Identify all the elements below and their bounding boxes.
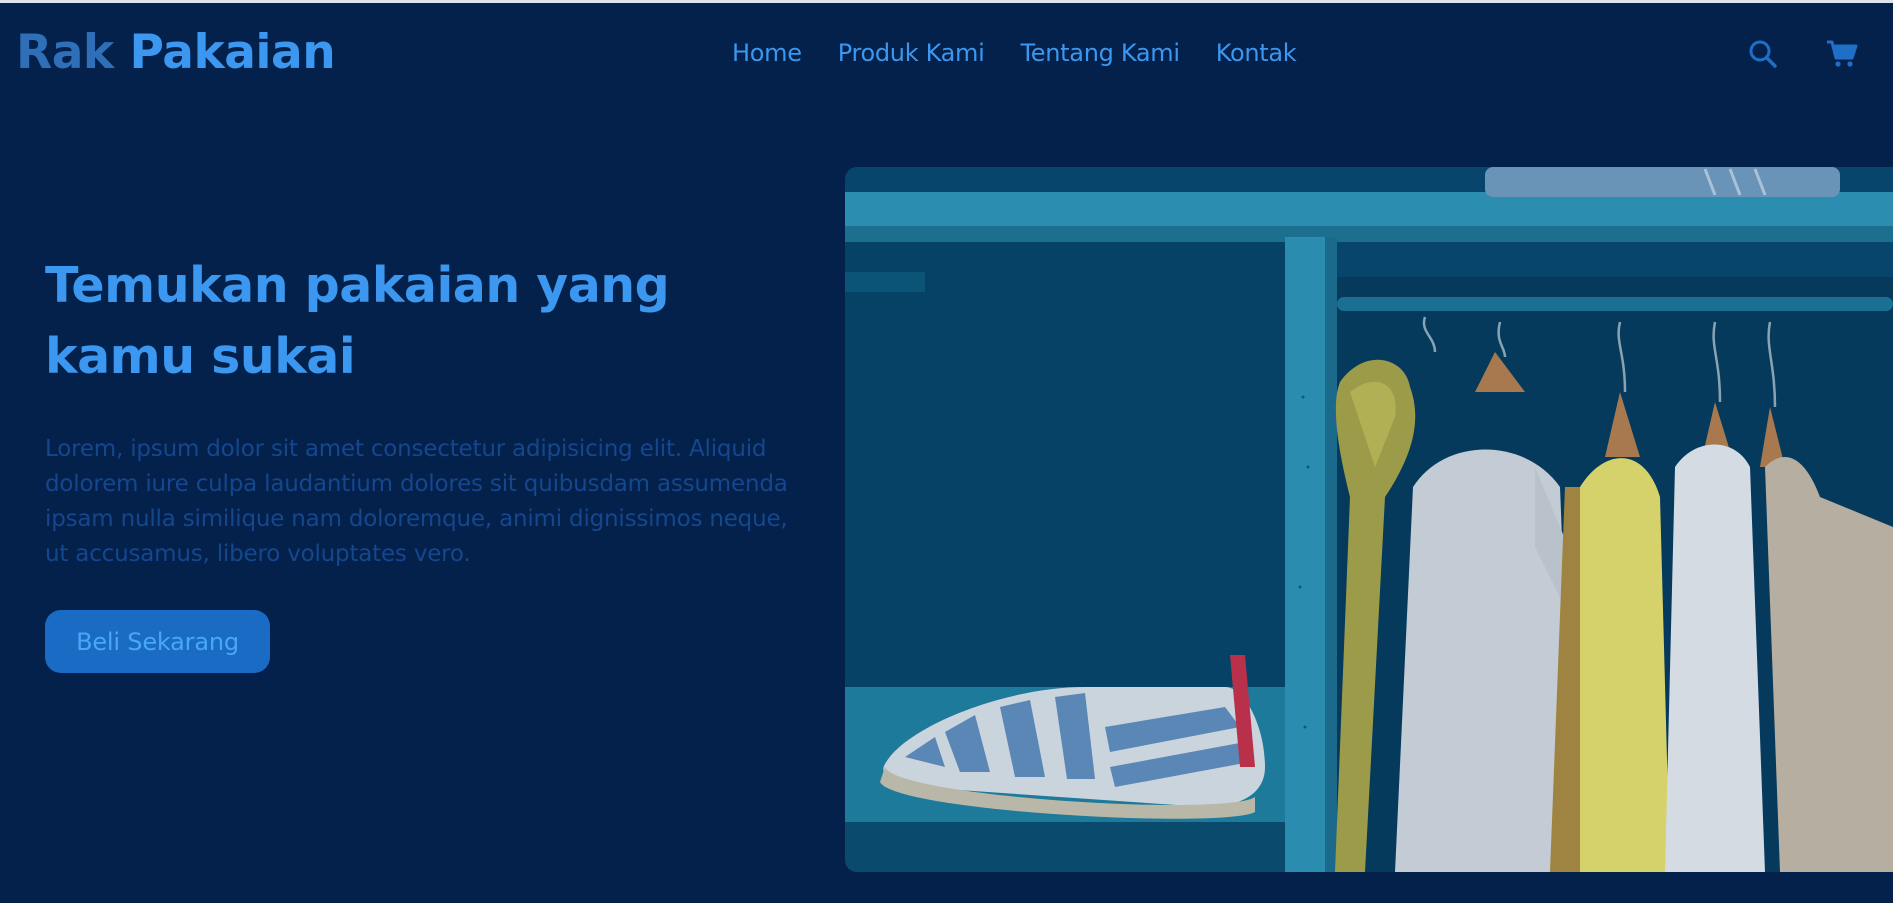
buy-now-button[interactable]: Beli Sekarang xyxy=(45,610,270,673)
cart-icon[interactable] xyxy=(1826,39,1858,73)
nav-link-tentang-kami[interactable]: Tentang Kami xyxy=(1021,39,1181,67)
brand-part-1: Rak xyxy=(16,25,114,80)
hero-image xyxy=(845,167,1893,872)
navbar: Rak Pakaian Home Produk Kami Tentang Kam… xyxy=(0,3,1893,103)
main-nav: Home Produk Kami Tentang Kami Kontak xyxy=(732,39,1297,67)
nav-link-produk-kami[interactable]: Produk Kami xyxy=(838,39,985,67)
hero-title: Temukan pakaian yang kamu sukai xyxy=(45,257,670,385)
hero-description: Lorem, ipsum dolor sit amet consectetur … xyxy=(45,436,788,567)
nav-link-kontak[interactable]: Kontak xyxy=(1216,39,1297,67)
brand-logo[interactable]: Rak Pakaian xyxy=(16,25,336,80)
hero-content: Temukan pakaian yang kamu sukai Lorem, i… xyxy=(45,250,825,572)
nav-link-home[interactable]: Home xyxy=(732,39,802,67)
search-icon[interactable] xyxy=(1748,39,1778,73)
brand-part-2: Pakaian xyxy=(129,25,336,80)
